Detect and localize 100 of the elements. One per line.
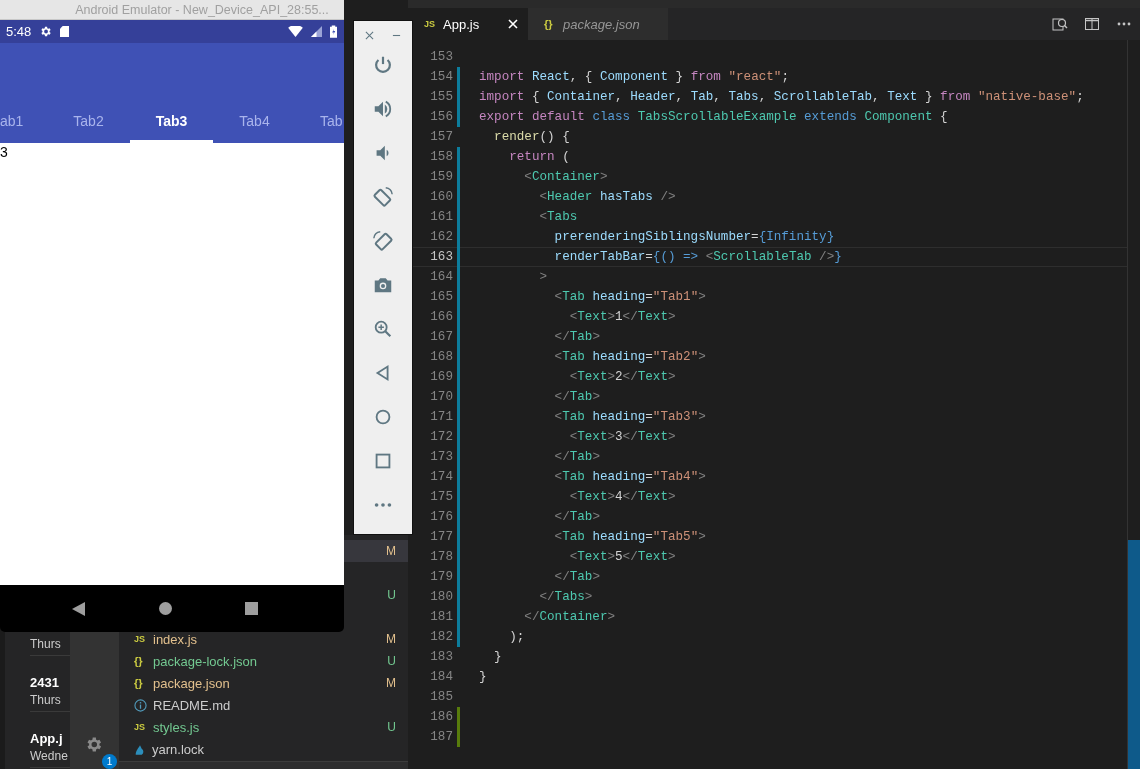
file-type-icon: JS [424,19,437,29]
line-number: 184 [429,670,453,684]
editor-tab[interactable]: {} package.json [528,8,668,40]
line-number: 178 [429,550,453,564]
commit-date: Wedne [30,749,69,763]
line-number: 181 [429,610,453,624]
line-number: 177 [429,530,453,544]
line-number: 180 [429,590,453,604]
tab-label: package.json [563,16,640,32]
code-line: } [479,670,487,684]
file-row[interactable]: JS index.js M [119,628,408,650]
code-line: <Tab heading="Tab4"> [553,470,706,484]
line-number: 182 [429,630,453,644]
file-row[interactable]: JS styles.js U [119,716,408,738]
code-line: <Tabs [538,210,578,224]
git-status: M [386,676,396,690]
line-number: 167 [429,330,453,344]
code-line: </Tabs> [538,590,593,604]
git-status: M [386,544,396,558]
editor-tab[interactable]: JS App.js [408,8,528,40]
line-number: 155 [429,90,453,104]
git-status: M [386,632,396,646]
sd-card-icon [60,26,70,37]
commit-date: Thurs [30,693,62,707]
file-row[interactable]: U [344,584,408,606]
file-row[interactable]: M [344,540,408,562]
code-line: <Tab heading="Tab3"> [553,410,706,424]
search-icon[interactable] [1052,16,1068,32]
commit-date: Thurs [30,637,62,651]
info-icon [134,698,147,712]
file-row[interactable]: {} package.json M [119,672,408,694]
signal-icon [311,26,322,37]
code-line: ); [508,630,525,644]
git-status: U [387,588,396,602]
code-line: </Container> [523,610,616,624]
line-number: 163 [429,250,453,264]
window-title: Android Emulator - New_Device_API_28:55... [75,2,329,17]
line-number: 173 [429,450,453,464]
split-editor-icon[interactable] [1084,16,1100,32]
line-number: 159 [429,170,453,184]
notification-badge: 1 [102,754,117,769]
code-line: <Container> [523,170,608,184]
code-line: <Text>1</Text> [568,310,676,324]
line-number: 186 [429,710,453,724]
rotate-left-icon[interactable] [372,186,394,208]
code-line: prerenderingSiblingsNumber={Infinity} [553,230,835,244]
code-line: </Tab> [553,330,600,344]
line-number: 157 [429,130,453,144]
line-number: 183 [429,650,453,664]
line-number: 156 [429,110,453,124]
code-line: import React, { Component } from "react"; [479,70,789,84]
line-number: 160 [429,190,453,204]
tab-label: App.js [443,16,480,32]
file-type-icon: JS [134,722,147,732]
code-line: <Tab heading="Tab1"> [553,290,706,304]
file-name: package-lock.json [153,653,258,669]
file-type-icon: {} [134,655,147,667]
code-line: <Header hasTabs /> [538,190,676,204]
line-number: 168 [429,350,453,364]
file-name: styles.js [153,719,200,735]
line-number: 169 [429,370,453,384]
code-line: <Text>5</Text> [568,550,676,564]
power-icon[interactable] [372,54,394,76]
code-line: renderTabBar={() => <ScrollableTab />} [553,250,842,264]
code-line: export default class TabsScrollableExample extends Component { [479,110,948,124]
file-row[interactable]: {} package-lock.json U [119,650,408,672]
file-row[interactable]: yarn.lock [119,738,408,760]
file-row[interactable]: README.md [119,694,408,716]
code-line: render() { [493,130,570,144]
wifi-icon [288,26,303,37]
file-type-icon: {} [544,18,557,30]
code-line: </Tab> [553,450,600,464]
commit-title[interactable]: App.j [30,731,63,746]
zoom-icon[interactable] [372,318,394,340]
back-icon[interactable] [72,601,86,616]
line-number: 165 [429,290,453,304]
clock: 5:48 [6,24,32,39]
file-name: yarn.lock [152,741,205,757]
file-type-icon: {} [134,677,147,689]
code-line: > [538,270,548,284]
line-number: 161 [429,210,453,224]
tab-content-text: 3 [0,144,8,160]
code-line: <Text>4</Text> [568,490,676,504]
line-number: 166 [429,310,453,324]
line-number: 179 [429,570,453,584]
home-icon[interactable] [159,602,172,615]
line-number: 185 [429,690,453,704]
line-number: 176 [429,510,453,524]
line-number: 174 [429,470,453,484]
code-line: <Tab heading="Tab2"> [553,350,706,364]
line-number: 175 [429,490,453,504]
line-number: 187 [429,730,453,744]
commit-title[interactable]: 2431 [30,675,59,690]
line-number: 171 [429,410,453,424]
line-number: 154 [429,70,453,84]
code-line: import { Container, Header, Tab, Tabs, ScrollableTab, Text } from "native-base"; [479,90,1084,104]
volume-up-icon[interactable] [372,98,394,120]
rotate-right-icon[interactable] [372,230,394,252]
line-number: 153 [429,50,453,64]
line-number: 170 [429,390,453,404]
